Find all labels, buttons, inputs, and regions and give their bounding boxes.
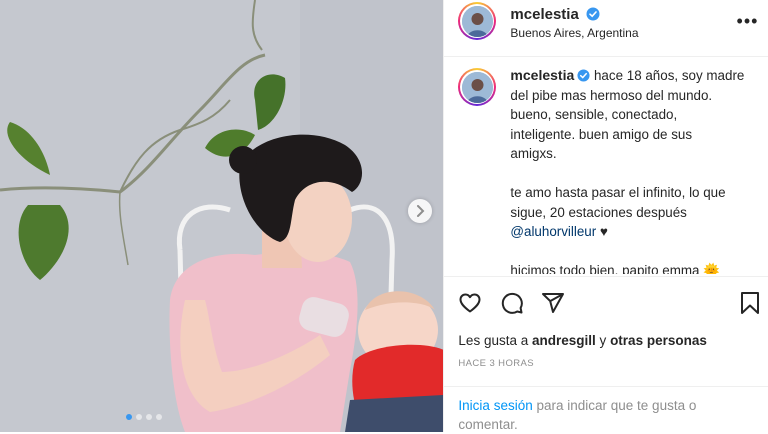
verified-badge-icon — [586, 7, 600, 21]
bookmark-icon[interactable] — [740, 291, 760, 315]
photo-scene — [0, 0, 444, 432]
post-photo[interactable] — [0, 0, 444, 432]
carousel-dot-active — [126, 414, 132, 420]
caption-line: amigxs. — [510, 146, 557, 161]
verified-badge-icon — [577, 69, 590, 82]
heart-emoji: ♥ — [599, 224, 608, 239]
caption-line: hicimos todo bien, papito emma — [510, 263, 700, 274]
post-timestamp[interactable]: HACE 3 HORAS — [458, 358, 534, 369]
post-header: mcelestia Buenos Aires, Argentina ••• — [444, 0, 768, 57]
carousel-dot — [146, 414, 152, 420]
caption-text: mcelestia hace 18 años, soy madre del pi… — [510, 66, 758, 274]
carousel-dot — [136, 414, 142, 420]
caption-line: te amo hasta pasar el infinito, lo que — [510, 185, 726, 200]
carousel-next-button[interactable] — [408, 199, 432, 223]
caption-line: bueno, sensible, conectado, — [510, 107, 678, 122]
likes-summary: Les gusta a andresgill y otras personas — [458, 333, 706, 348]
caption-username[interactable]: mcelestia — [510, 67, 574, 83]
header-username[interactable]: mcelestia — [510, 6, 578, 23]
instagram-post-view: mcelestia Buenos Aires, Argentina ••• mc… — [0, 0, 768, 432]
mention-link[interactable]: @aluhorvilleur — [510, 224, 596, 239]
caption-avatar-image — [461, 71, 493, 103]
sun-emoji: 🌞 — [703, 263, 720, 274]
caption-line: inteligente. buen amigo de sus — [510, 126, 693, 142]
caption-line: del pibe mas hermoso del mundo. — [510, 87, 713, 103]
post-side-panel: mcelestia Buenos Aires, Argentina ••• mc… — [443, 0, 768, 432]
caption-line: sigue, 20 estaciones después — [510, 204, 687, 220]
post-caption: mcelestia hace 18 años, soy madre del pi… — [458, 66, 758, 274]
avatar[interactable] — [458, 2, 497, 40]
likes-joiner: y — [599, 333, 607, 348]
caption-line: hace 18 años, soy madre — [593, 68, 745, 83]
likes-prefix: Les gusta a — [458, 333, 529, 348]
avatar-image — [461, 5, 493, 37]
comment-icon[interactable] — [500, 291, 524, 315]
caption-avatar[interactable] — [458, 68, 497, 106]
login-prompt: Inicia sesión para indicar que te gusta … — [444, 386, 768, 433]
heart-icon[interactable] — [458, 291, 482, 315]
login-link[interactable]: Inicia sesión — [458, 398, 532, 413]
share-icon[interactable] — [541, 291, 565, 315]
more-options-icon[interactable]: ••• — [737, 11, 759, 32]
post-actions-bar — [444, 276, 768, 329]
carousel-indicator — [126, 414, 162, 420]
header-username-row: mcelestia — [510, 6, 600, 24]
chevron-right-icon — [417, 205, 425, 217]
post-location[interactable]: Buenos Aires, Argentina — [510, 26, 638, 40]
likes-others-link[interactable]: otras personas — [610, 333, 707, 348]
carousel-dot — [156, 414, 162, 420]
liker-username[interactable]: andresgill — [532, 333, 596, 348]
